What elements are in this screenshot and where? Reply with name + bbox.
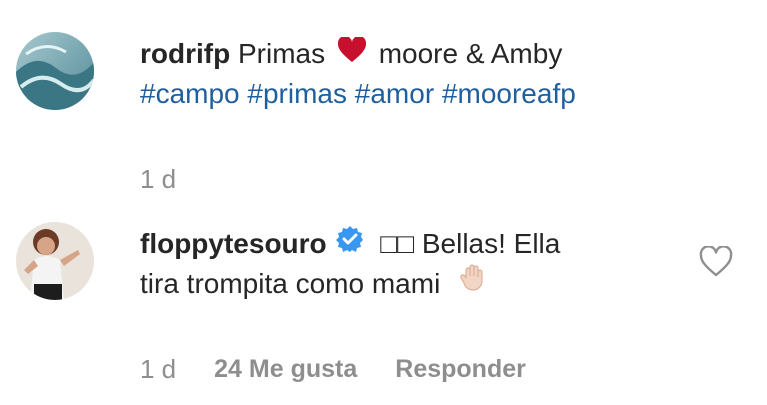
avatar[interactable] [16,222,94,300]
likes-count[interactable]: 24 Me gusta [214,355,357,384]
comment-text: floppytesouro □□ Bellas! Ella tira tromp… [140,224,687,304]
hashtag-link[interactable]: #mooreafp [442,78,576,109]
comment-meta: 1 d 24 Me gusta Responder [140,354,564,385]
like-button[interactable] [699,245,733,278]
verified-badge-icon [336,224,364,264]
comment-text-part: Primas [238,38,326,69]
username-link[interactable]: floppytesouro [140,228,327,259]
username-link[interactable]: rodrifp [140,38,230,69]
comment-time[interactable]: 1 d [140,164,176,195]
raised-hand-emoji-icon [458,262,488,303]
avatar[interactable] [16,32,94,110]
hashtag-link[interactable]: #primas [247,78,347,109]
missing-glyphs: □□ [380,228,415,259]
hashtag-link[interactable]: #campo [140,78,240,109]
comment-text-part: Bellas! Ella [421,228,561,259]
heart-outline-icon [699,245,733,277]
comment-text-part: moore & Amby [378,38,563,69]
comment-meta: 1 d [140,164,214,195]
reply-button[interactable]: Responder [395,355,526,384]
comment-text: rodrifp Primas moore & Amby #campo #prim… [140,34,687,114]
comment-time[interactable]: 1 d [140,354,176,385]
hashtag-link[interactable]: #amor [355,78,434,109]
comment-text-part: tira trompita como mami [140,268,441,299]
red-heart-icon [337,34,367,74]
